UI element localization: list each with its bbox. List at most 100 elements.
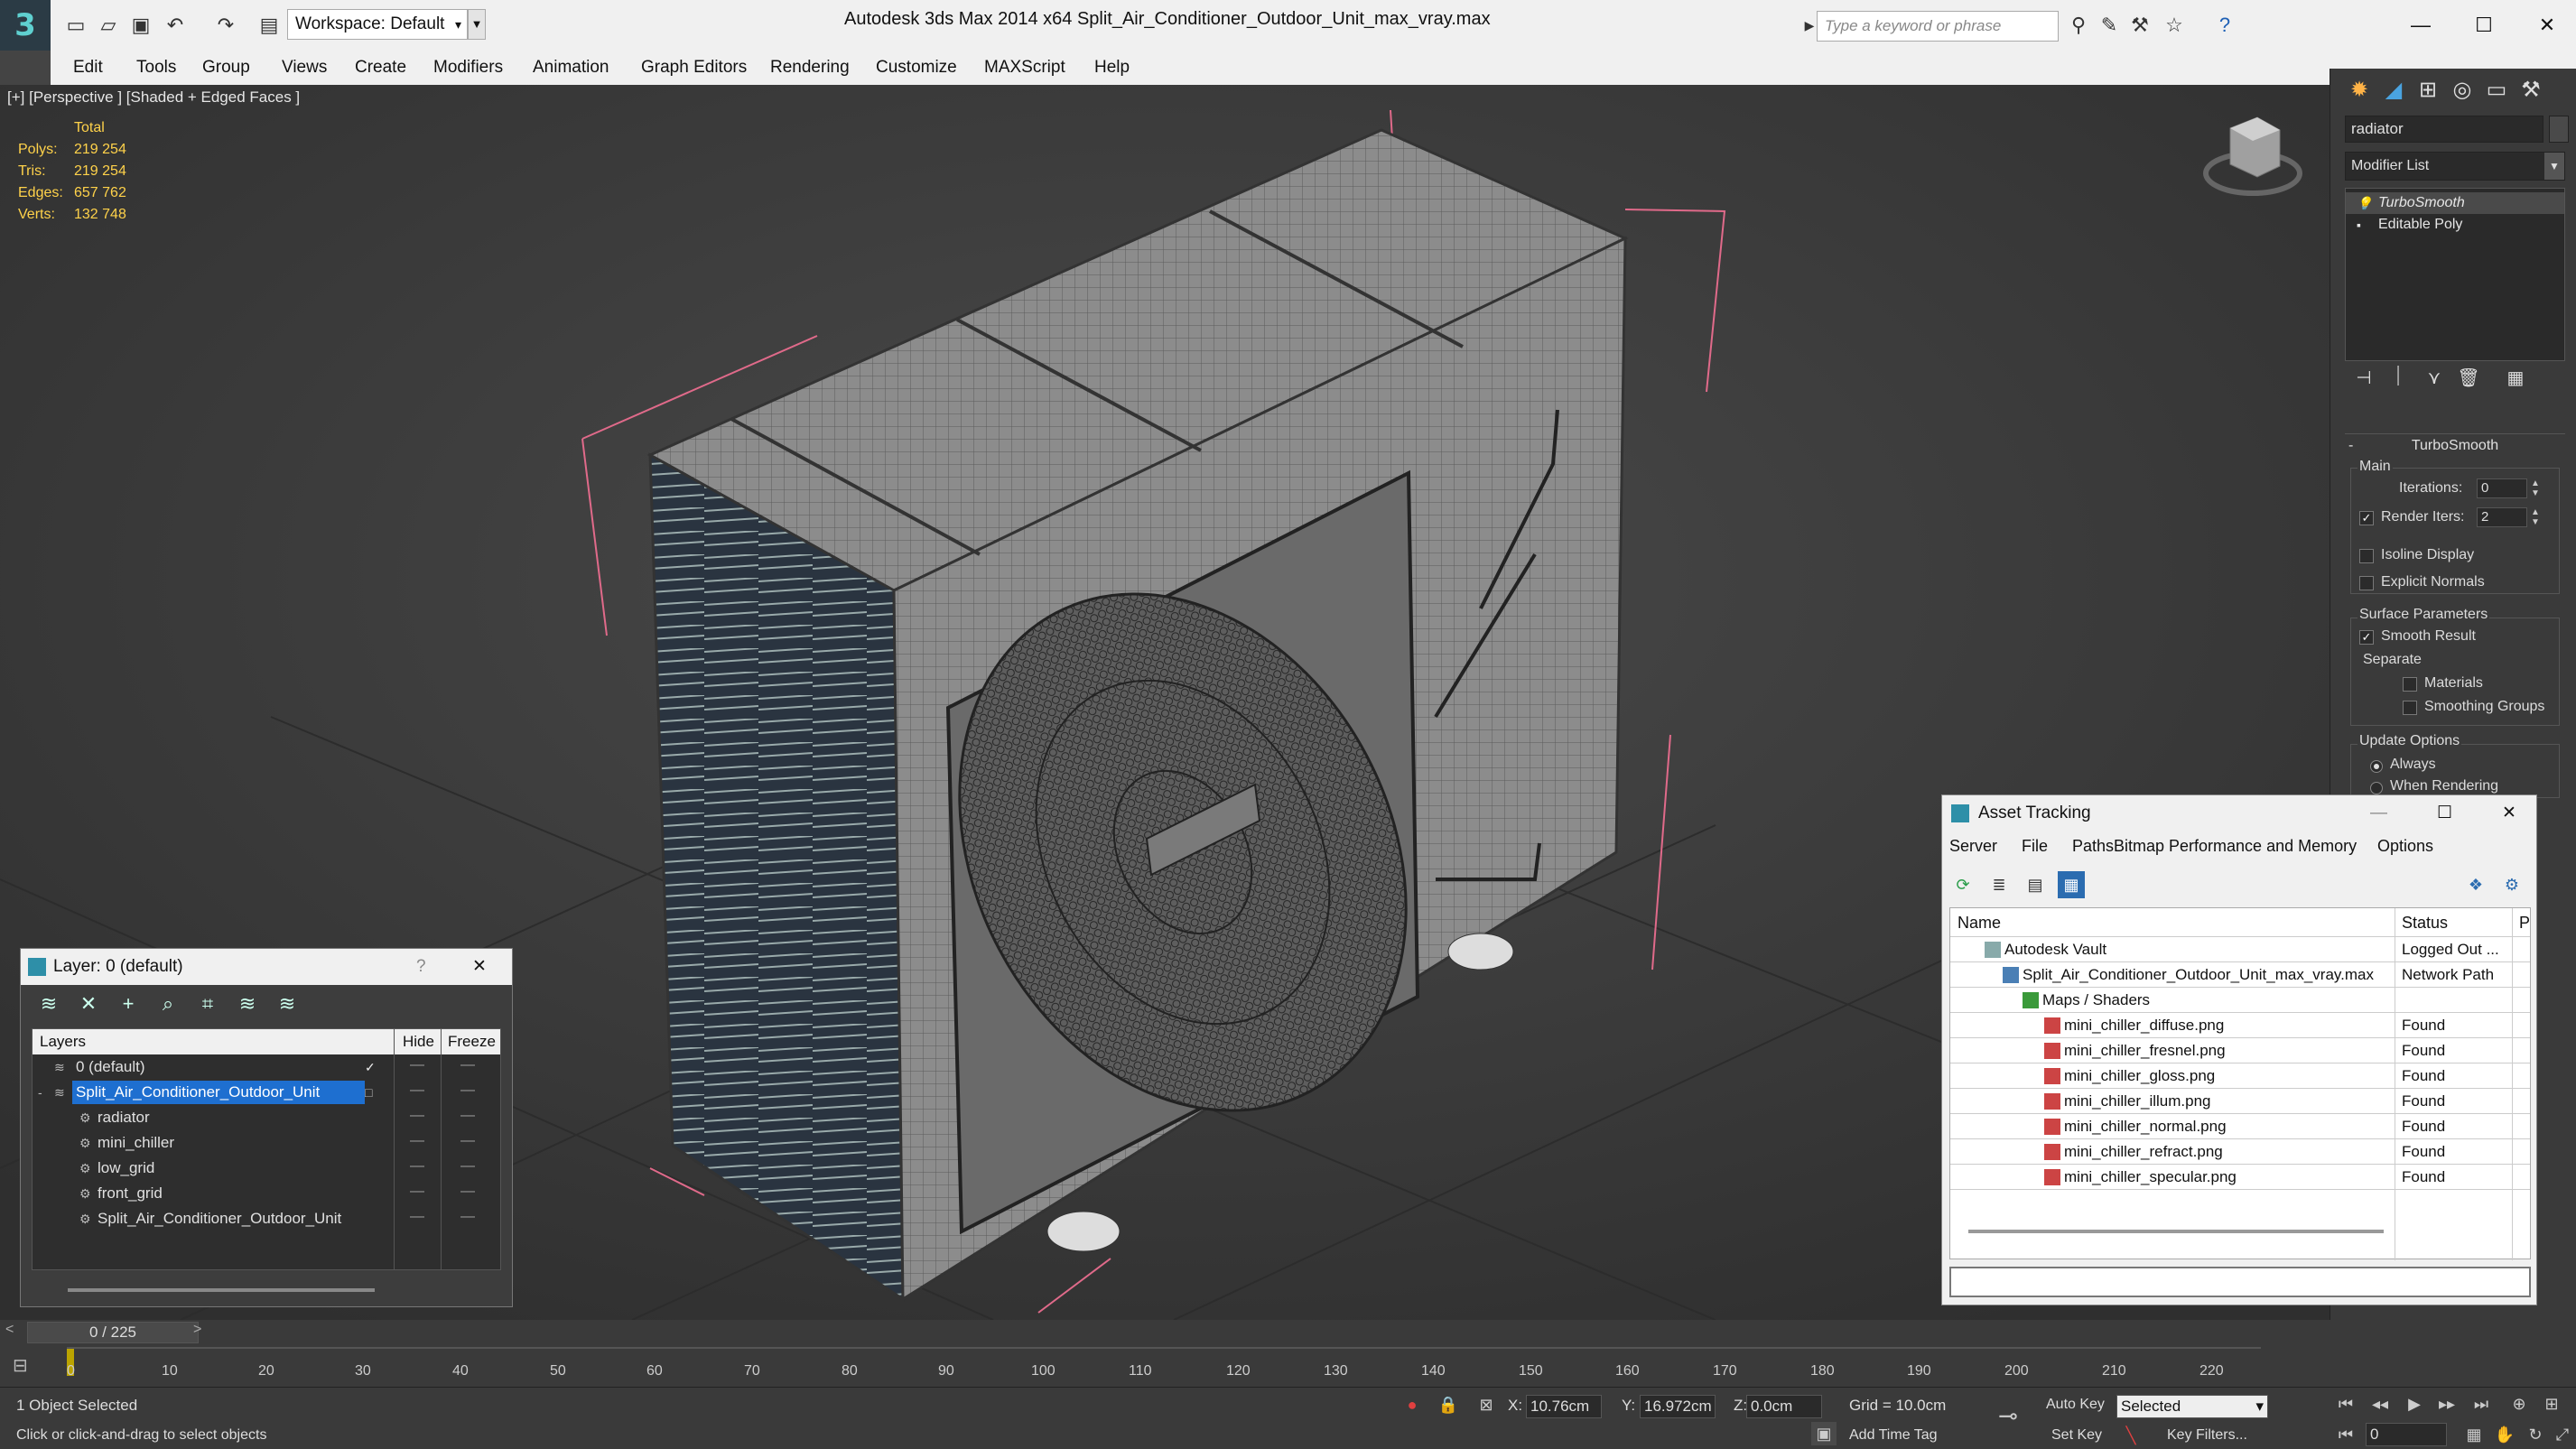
- render-iters-checkbox[interactable]: ✓: [2359, 511, 2374, 525]
- column-freeze[interactable]: Freeze: [448, 1029, 496, 1054]
- smoothing-groups-checkbox[interactable]: [2403, 701, 2417, 715]
- hide-toggle[interactable]: —: [410, 1103, 424, 1129]
- close-button[interactable]: ✕: [472, 949, 487, 985]
- key-filters-button[interactable]: Key Filters...: [2167, 1427, 2247, 1444]
- time-configuration-icon[interactable]: ▦: [2461, 1423, 2487, 1446]
- layer-dialog-titlebar[interactable]: Layer: 0 (default) ? ✕: [21, 949, 512, 985]
- always-radio[interactable]: [2370, 760, 2383, 773]
- previous-frame-icon[interactable]: <: [5, 1322, 14, 1338]
- hide-toggle[interactable]: —: [410, 1154, 424, 1179]
- create-layer-icon[interactable]: ≋: [35, 990, 62, 1017]
- go-to-end-icon[interactable]: ⏭: [2469, 1392, 2494, 1416]
- layer-row[interactable]: ≋ 0 (default) ✓ — —: [33, 1054, 500, 1080]
- spinner-arrows-icon[interactable]: ▲ ▼: [2529, 478, 2542, 498]
- redo-icon[interactable]: ↷: [213, 13, 238, 38]
- menu-customize[interactable]: Customize: [876, 58, 957, 78]
- subscription-icon[interactable]: ✎: [2097, 13, 2122, 38]
- project-folder-icon[interactable]: ▤: [256, 13, 282, 38]
- scrollbar-thumb[interactable]: [68, 1288, 375, 1292]
- menu-bitmap-performance[interactable]: Bitmap Performance and Memory: [2114, 837, 2357, 856]
- utilities-tab-icon[interactable]: ⚒: [2515, 74, 2547, 107]
- hide-toggle[interactable]: —: [410, 1078, 424, 1103]
- asset-row[interactable]: mini_chiller_diffuse.png Found: [1950, 1013, 2530, 1038]
- binoculars-icon[interactable]: ⚲: [2066, 13, 2091, 38]
- key-mode-dropdown[interactable]: Selected ▾: [2116, 1395, 2268, 1418]
- y-coordinate-field[interactable]: 16.972cm: [1640, 1395, 1716, 1418]
- next-key-icon[interactable]: ▸▸: [2434, 1392, 2460, 1416]
- delete-layer-icon[interactable]: ✕: [75, 990, 102, 1017]
- help-button[interactable]: ?: [416, 949, 426, 985]
- menu-views[interactable]: Views: [282, 58, 327, 78]
- absolute-mode-icon[interactable]: ⊠: [1474, 1393, 1499, 1416]
- column-layers[interactable]: Layers: [40, 1029, 86, 1054]
- close-button[interactable]: ✕: [2525, 7, 2570, 43]
- track-bar[interactable]: ⊟ 0 10 20 30 40 50 60 70 80 90 100 110 1…: [0, 1345, 2330, 1387]
- hide-toggle[interactable]: —: [410, 1179, 424, 1204]
- hide-toggle[interactable]: —: [410, 1204, 424, 1230]
- hide-all-layers-icon[interactable]: ≋: [234, 990, 261, 1017]
- menu-options[interactable]: Options: [2377, 837, 2433, 856]
- layer-row[interactable]: - ≋ Split_Air_Conditioner_Outdoor_Unit □…: [33, 1080, 500, 1105]
- zoom-icon[interactable]: ⊕: [2506, 1392, 2532, 1416]
- materials-checkbox[interactable]: [2403, 677, 2417, 692]
- layer-horizontal-scrollbar[interactable]: [32, 1276, 501, 1303]
- pan-icon[interactable]: ✋: [2492, 1423, 2517, 1446]
- configure-modifier-sets-icon[interactable]: ▦: [2502, 367, 2529, 394]
- explicit-normals-checkbox[interactable]: [2359, 576, 2374, 590]
- column-hide[interactable]: Hide: [403, 1029, 434, 1054]
- asset-row[interactable]: mini_chiller_specular.png Found: [1950, 1165, 2530, 1190]
- next-frame-icon[interactable]: >: [193, 1322, 201, 1338]
- hierarchy-tab-icon[interactable]: ⊞: [2412, 74, 2444, 107]
- settings-icon[interactable]: ⚙: [2498, 871, 2525, 898]
- orbit-icon[interactable]: ↻: [2523, 1423, 2548, 1446]
- menu-maxscript[interactable]: MAXScript: [984, 58, 1065, 78]
- column-name[interactable]: Name: [1958, 908, 2001, 937]
- minimize-button[interactable]: —: [2370, 795, 2387, 831]
- asset-row[interactable]: mini_chiller_normal.png Found: [1950, 1114, 2530, 1139]
- make-unique-icon[interactable]: ⋎: [2421, 367, 2448, 394]
- set-current-layer-icon[interactable]: □: [365, 1080, 372, 1105]
- maximize-button[interactable]: ☐: [2461, 7, 2506, 43]
- undo-icon[interactable]: ↶: [163, 13, 188, 38]
- curve-editor-icon[interactable]: ⊟: [13, 1354, 28, 1377]
- spinner-arrows-icon[interactable]: ▲ ▼: [2529, 507, 2542, 527]
- asset-row[interactable]: Maps / Shaders: [1950, 988, 2530, 1013]
- freeze-toggle[interactable]: —: [460, 1129, 475, 1154]
- close-button[interactable]: ✕: [2502, 795, 2516, 831]
- new-file-icon[interactable]: ▭: [63, 13, 88, 38]
- highlight-icon[interactable]: ❖: [2462, 871, 2489, 898]
- refresh-icon[interactable]: ⟳: [1949, 871, 1976, 898]
- auto-key-button[interactable]: Auto Key: [2046, 1397, 2105, 1413]
- menu-help[interactable]: Help: [1094, 58, 1130, 78]
- column-path[interactable]: P: [2519, 908, 2530, 937]
- freeze-toggle[interactable]: —: [460, 1078, 475, 1103]
- freeze-toggle[interactable]: —: [460, 1154, 475, 1179]
- isolate-selection-icon[interactable]: ●: [1400, 1393, 1425, 1416]
- menu-tools[interactable]: Tools: [136, 58, 176, 78]
- object-color-swatch[interactable]: [2549, 116, 2569, 143]
- hide-toggle[interactable]: —: [410, 1129, 424, 1154]
- set-key-button[interactable]: Set Key: [2051, 1427, 2102, 1444]
- z-coordinate-field[interactable]: 0.0cm: [1746, 1395, 1822, 1418]
- menu-file[interactable]: File: [2022, 837, 2048, 856]
- stack-item-turbosmooth[interactable]: 💡 TurboSmooth: [2346, 192, 2564, 214]
- app-logo-icon[interactable]: 3: [0, 0, 51, 51]
- freeze-toggle[interactable]: —: [460, 1053, 475, 1078]
- add-time-tag[interactable]: Add Time Tag: [1849, 1427, 1938, 1444]
- add-to-layer-icon[interactable]: +: [115, 990, 142, 1017]
- menu-rendering[interactable]: Rendering: [770, 58, 850, 78]
- menu-create[interactable]: Create: [355, 58, 406, 78]
- layer-object-row[interactable]: ⚙ radiator — —: [33, 1105, 500, 1130]
- asset-scrollbar-thumb[interactable]: [1968, 1230, 2384, 1233]
- selection-lock-icon[interactable]: 🔒: [1436, 1393, 1461, 1416]
- column-status[interactable]: Status: [2402, 908, 2448, 937]
- workspace-menu-button[interactable]: ▼: [468, 9, 486, 40]
- collapse-icon[interactable]: -: [38, 1080, 42, 1105]
- list-view-icon[interactable]: ≣: [1985, 871, 2013, 898]
- asset-row[interactable]: mini_chiller_gloss.png Found: [1950, 1064, 2530, 1089]
- menu-server[interactable]: Server: [1949, 837, 1997, 856]
- highlight-selected-icon[interactable]: ⌗: [194, 990, 221, 1017]
- turbosmooth-rollout-header[interactable]: - TurboSmooth: [2345, 433, 2565, 457]
- menu-graph-editors[interactable]: Graph Editors: [641, 58, 747, 78]
- time-slider[interactable]: < 0 / 225 >: [0, 1320, 2330, 1345]
